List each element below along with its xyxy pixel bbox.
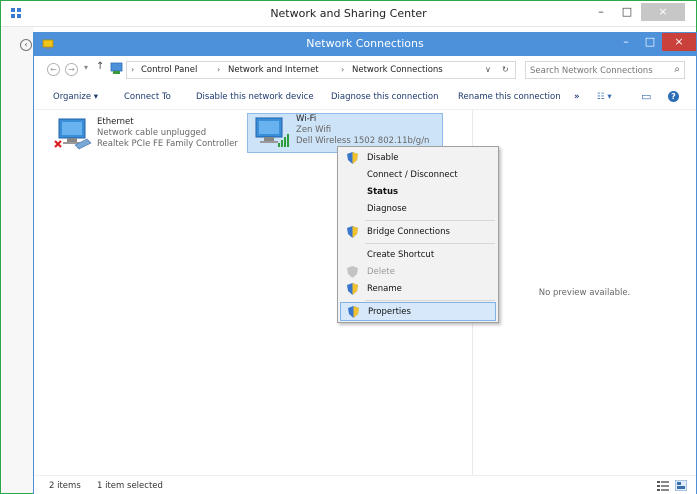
connection-status: Network cable unplugged [97, 128, 207, 138]
search-icon[interactable]: ⌕ [674, 64, 680, 75]
status-bar: 2 items 1 item selected [34, 475, 696, 494]
menu-item-label: Bridge Connections [367, 227, 450, 237]
change-view-button[interactable]: ☷ ▾ [597, 92, 612, 102]
close-button[interactable]: × [662, 33, 696, 51]
rename-connection-button[interactable]: Rename this connection [458, 92, 561, 102]
shield-icon [347, 152, 358, 164]
shield-icon [347, 226, 358, 238]
help-icon[interactable]: ? [668, 91, 679, 102]
maximize-button[interactable]: □ [638, 33, 662, 51]
menu-item-rename[interactable]: Rename [340, 280, 496, 299]
search-box[interactable]: ⌕ [525, 61, 685, 79]
menu-item-label: Diagnose [367, 204, 407, 214]
menu-item-label: Status [367, 187, 399, 197]
address-row: ← → ▾ ↑ › Control Panel › Network and In… [34, 56, 696, 84]
preview-message: No preview available. [538, 288, 631, 298]
diagnose-connection-button[interactable]: Diagnose this connection [331, 92, 439, 102]
menu-separator [365, 243, 495, 244]
menu-separator [365, 220, 495, 221]
item-count: 2 items [49, 481, 81, 491]
large-icons-view-icon[interactable] [675, 480, 687, 491]
forward-button[interactable]: → [65, 63, 78, 76]
control-panel-icon [110, 62, 123, 74]
menu-item-label: Create Shortcut [367, 250, 435, 260]
address-dropdown-button[interactable]: ∨ [485, 65, 491, 74]
crumb-separator: › [341, 65, 345, 74]
back-close-button[interactable]: × [641, 3, 685, 21]
menu-item-bridge-connections[interactable]: Bridge Connections [340, 223, 496, 242]
back-minimize-button[interactable]: – [589, 3, 613, 21]
menu-item-label: Disable [367, 153, 399, 163]
connection-device: Realtek PCIe FE Family Controller [97, 139, 238, 149]
refresh-button[interactable]: ↻ [502, 65, 509, 74]
breadcrumb-network-and-internet[interactable]: Network and Internet [228, 65, 319, 75]
ethernet-connection[interactable]: Ethernet Network cable unplugged Realtek… [49, 117, 239, 153]
menu-separator [365, 300, 495, 301]
back-maximize-button[interactable]: □ [615, 3, 639, 21]
selection-count: 1 item selected [97, 481, 163, 491]
crumb-separator: › [131, 65, 135, 74]
menu-item-label: Delete [367, 267, 395, 277]
menu-item-label: Rename [367, 284, 402, 294]
address-bar[interactable]: › Control Panel › Network and Internet ›… [126, 61, 516, 79]
shield-icon [347, 283, 358, 295]
titlebar: Network Connections – □ × [34, 33, 696, 56]
command-bar: Organize ▾ Connect To Disable this netwo… [34, 84, 696, 110]
back-window-titlebar: Network and Sharing Center – □ × [1, 1, 696, 27]
back-arrow-icon[interactable]: ‹ [20, 39, 32, 51]
minimize-button[interactable]: – [614, 33, 638, 51]
connection-status: Zen Wifi [296, 125, 332, 135]
recent-locations-button[interactable]: ▾ [84, 63, 88, 72]
back-window-pane [1, 27, 34, 493]
back-button[interactable]: ← [47, 63, 60, 76]
disable-device-button[interactable]: Disable this network device [196, 92, 314, 102]
wifi-adapter-icon [255, 117, 289, 147]
organize-button[interactable]: Organize ▾ [53, 92, 98, 102]
menu-item-label: Properties [368, 307, 411, 317]
menu-item-properties[interactable]: Properties [340, 302, 496, 321]
crumb-separator: › [217, 65, 221, 74]
menu-item-label: Connect / Disconnect [367, 170, 458, 180]
connect-to-button[interactable]: Connect To [124, 92, 171, 102]
context-menu: Disable Connect / Disconnect Status Diag… [337, 146, 499, 323]
ethernet-adapter-icon [54, 118, 92, 150]
shield-icon [347, 266, 358, 278]
details-view-icon[interactable] [657, 480, 669, 491]
connection-name: Ethernet [97, 117, 134, 127]
connection-device: Dell Wireless 1502 802.11b/g/n [296, 136, 430, 146]
window-title: Network Connections [306, 37, 424, 50]
breadcrumb-network-connections[interactable]: Network Connections [352, 65, 443, 75]
preview-pane: No preview available. [472, 110, 696, 475]
up-button[interactable]: ↑ [96, 61, 104, 72]
breadcrumb-control-panel[interactable]: Control Panel [141, 65, 197, 75]
menu-item-diagnose[interactable]: Diagnose [340, 200, 496, 219]
shield-icon [348, 306, 359, 318]
preview-pane-button[interactable]: ▭ [641, 90, 651, 103]
more-commands-button[interactable]: » [574, 92, 580, 102]
connection-name: Wi-Fi [296, 114, 317, 124]
search-input[interactable] [530, 64, 665, 77]
